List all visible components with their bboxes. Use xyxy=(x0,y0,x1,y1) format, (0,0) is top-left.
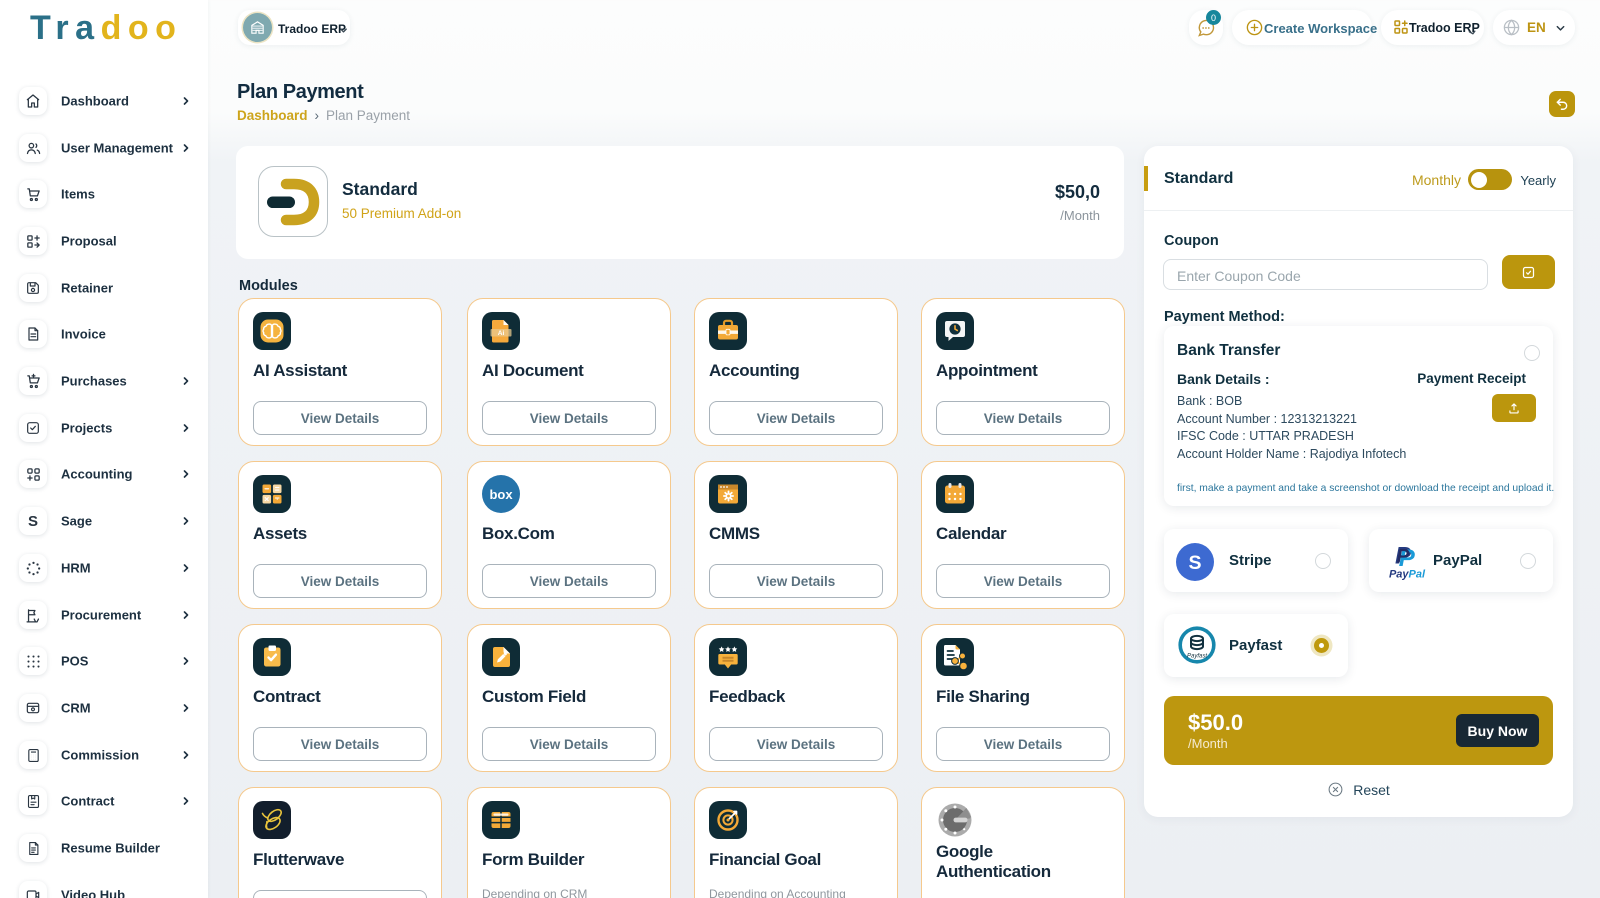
svg-text:S: S xyxy=(1188,552,1201,574)
svg-text:Payfast: Payfast xyxy=(1187,654,1207,660)
svg-text:box: box xyxy=(489,487,513,502)
svg-text:PayPal: PayPal xyxy=(1389,569,1426,581)
svg-text:Ai: Ai xyxy=(498,330,505,337)
svg-text:P: P xyxy=(1397,547,1410,568)
